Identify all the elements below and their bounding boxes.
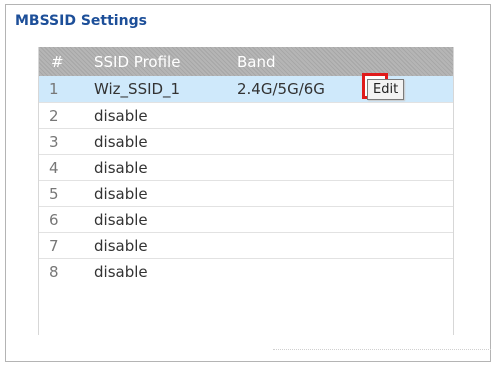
table-row[interactable]: 7 disable — [39, 232, 453, 258]
mbssid-settings-panel: MBSSID Settings # SSID Profile Band 1 Wi… — [5, 4, 491, 362]
ssid-profile-name: disable — [94, 159, 148, 177]
row-number: 4 — [49, 159, 59, 177]
table-row[interactable]: 4 disable — [39, 154, 453, 180]
column-header-number: # — [51, 53, 64, 71]
edit-tooltip: Edit — [367, 79, 405, 100]
column-header-ssid-profile: SSID Profile — [94, 53, 181, 71]
ssid-profile-name: disable — [94, 263, 148, 281]
row-number: 8 — [49, 263, 59, 281]
ssid-profile-name: Wiz_SSID_1 — [94, 80, 181, 98]
row-number: 2 — [49, 107, 59, 125]
row-number: 5 — [49, 185, 59, 203]
table-row[interactable]: 2 disable — [39, 102, 453, 128]
ssid-profile-name: disable — [94, 133, 148, 151]
band-value: 2.4G/5G/6G — [237, 80, 325, 98]
table-row[interactable]: 5 disable — [39, 180, 453, 206]
table-header: # SSID Profile Band — [39, 47, 453, 76]
column-header-band: Band — [237, 53, 276, 71]
table-row[interactable]: 6 disable — [39, 206, 453, 232]
table-row[interactable]: 3 disable — [39, 128, 453, 154]
ssid-profile-name: disable — [94, 107, 148, 125]
table-row[interactable]: 8 disable — [39, 258, 453, 284]
row-number: 1 — [49, 80, 59, 98]
ssid-profile-name: disable — [94, 211, 148, 229]
row-number: 7 — [49, 237, 59, 255]
ssid-profile-name: disable — [94, 185, 148, 203]
row-number: 6 — [49, 211, 59, 229]
divider — [273, 349, 491, 350]
row-number: 3 — [49, 133, 59, 151]
ssid-profile-name: disable — [94, 237, 148, 255]
panel-title: MBSSID Settings — [15, 13, 147, 29]
